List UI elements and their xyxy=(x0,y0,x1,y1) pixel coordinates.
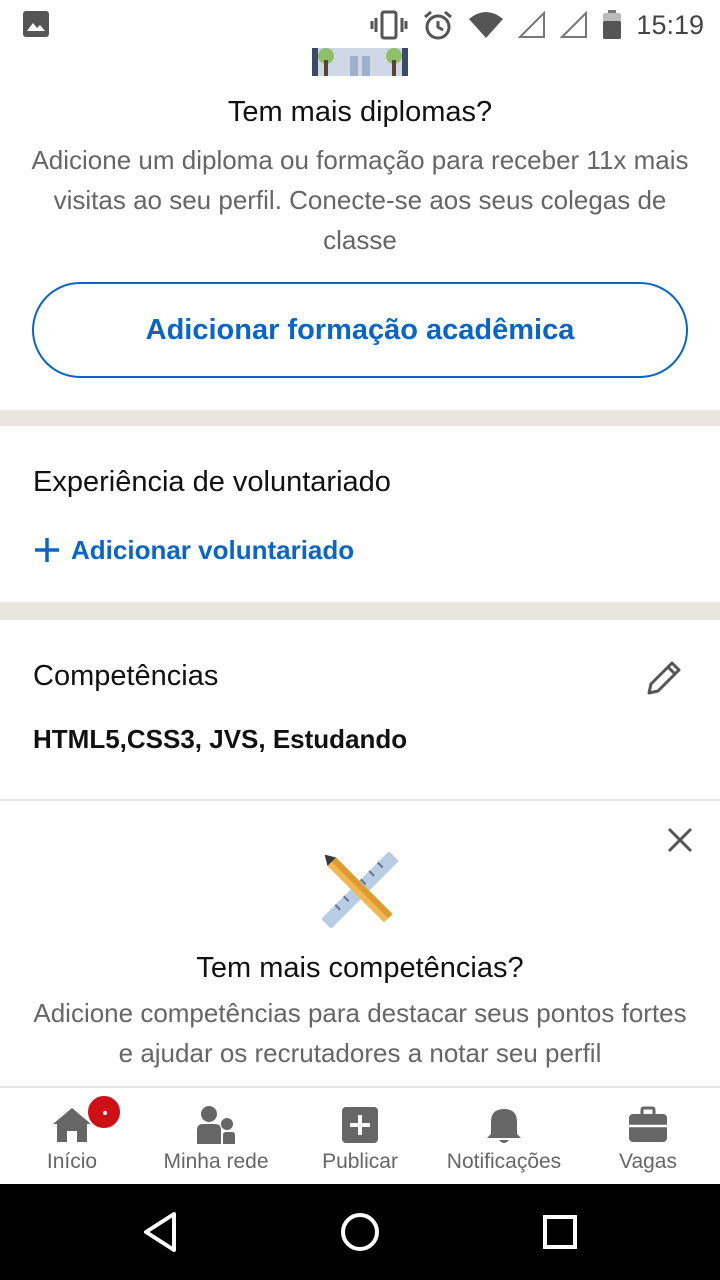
nav-label: Minha rede xyxy=(163,1150,269,1173)
status-bar: 15:19 xyxy=(0,0,720,50)
skills-upsell-title: Tem mais competências? xyxy=(196,952,524,984)
nav-item-my-network[interactable]: Minha rede xyxy=(144,1088,288,1184)
nav-item-notifications[interactable]: Notificações xyxy=(432,1088,576,1184)
bell-icon xyxy=(487,1109,521,1143)
education-upsell-description: Adicione um diploma ou formação para rec… xyxy=(31,145,689,255)
close-icon xyxy=(667,827,693,853)
section-separator xyxy=(0,799,720,801)
skills-list: HTML5,CSS3, JVS, Estudando xyxy=(33,724,408,754)
plus-box-icon xyxy=(342,1107,378,1143)
skills-section-title: Competências xyxy=(33,660,219,692)
nav-label: Publicar xyxy=(322,1150,398,1173)
nav-label: Notificações xyxy=(446,1150,562,1173)
back-icon[interactable] xyxy=(136,1208,184,1256)
pencil-icon xyxy=(647,661,681,695)
volunteer-section-title: Experiência de voluntariado xyxy=(33,466,391,498)
notification-badge xyxy=(86,1094,122,1130)
dismiss-skills-upsell-button[interactable] xyxy=(660,820,700,860)
home-button-icon[interactable] xyxy=(336,1208,384,1256)
alarm-icon xyxy=(424,10,453,40)
nav-label: Início xyxy=(46,1150,98,1173)
vibrate-icon xyxy=(370,10,408,40)
briefcase-icon xyxy=(629,1106,667,1142)
ruler-pencil-illustration xyxy=(321,851,399,929)
section-divider xyxy=(0,602,720,620)
nav-item-post[interactable]: Publicar xyxy=(288,1088,432,1184)
people-icon xyxy=(197,1106,235,1144)
edit-skills-button[interactable] xyxy=(640,654,688,702)
signal-icon xyxy=(560,11,588,38)
android-navigation-bar xyxy=(0,1184,720,1280)
bottom-navigation: Início Minha rede Publicar Notificações … xyxy=(0,1086,720,1184)
nav-item-home[interactable]: Início xyxy=(0,1088,144,1184)
image-icon xyxy=(23,11,49,37)
battery-icon xyxy=(603,10,622,39)
plus-icon xyxy=(35,538,59,562)
recent-apps-icon[interactable] xyxy=(536,1208,584,1256)
add-education-button[interactable]: Adicionar formação acadêmica xyxy=(32,282,688,378)
education-upsell-title: Tem mais diplomas? xyxy=(227,96,493,128)
add-volunteer-link[interactable]: Adicionar voluntariado xyxy=(33,530,354,570)
signal-icon xyxy=(518,11,546,38)
section-divider xyxy=(0,410,720,426)
nav-label: Vagas xyxy=(619,1150,677,1173)
nav-item-jobs[interactable]: Vagas xyxy=(576,1088,720,1184)
add-volunteer-label: Adicionar voluntariado xyxy=(71,534,355,565)
status-time: 15:19 xyxy=(636,9,704,40)
wifi-icon xyxy=(469,12,504,38)
skills-upsell-description: Adicione competências para destacar seus… xyxy=(33,998,687,1068)
education-illustration xyxy=(312,48,408,76)
